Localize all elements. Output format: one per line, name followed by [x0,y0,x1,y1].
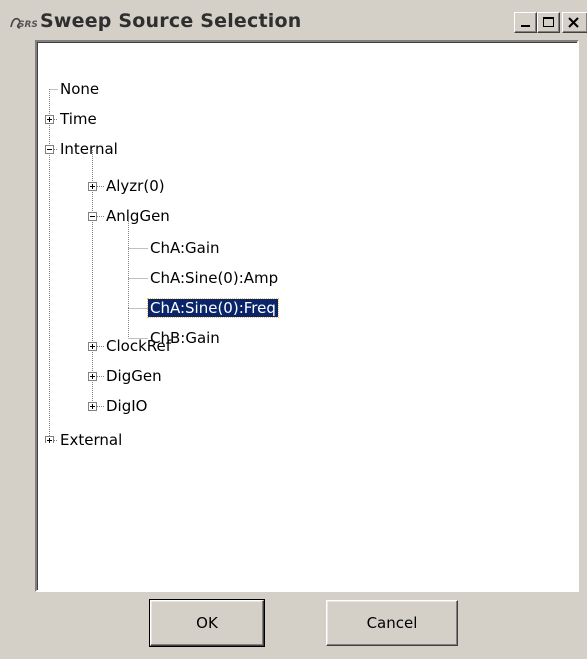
tree-node-cha-sine-freq[interactable]: ChA:Sine(0):Freq [147,297,279,319]
minimize-icon [521,25,530,27]
tree-node-diggen[interactable]: DigGen [104,365,164,387]
cancel-button[interactable]: Cancel [326,600,458,646]
maximize-button[interactable] [537,12,560,33]
close-button[interactable] [562,12,587,33]
sweep-source-tree[interactable]: None Time Internal Alyzr(0) AnlgGen ChA:… [35,40,579,592]
tree-node-cha-gain[interactable]: ChA:Gain [148,237,222,259]
tree-node-clockref[interactable]: ClockRef [104,335,173,357]
svg-text:SRS: SRS [18,20,37,30]
tree-node-none[interactable]: None [58,78,101,100]
tree-node-digio[interactable]: DigIO [104,395,149,417]
tree-node-alyzr[interactable]: Alyzr(0) [104,175,167,197]
window-title: Sweep Source Selection [40,10,302,32]
close-icon [568,17,579,28]
maximize-icon [543,17,554,27]
ok-button[interactable]: OK [149,599,265,647]
minimize-button[interactable] [514,12,537,33]
dialog-window: SRS Sweep Source Selection None Time Int… [0,0,587,659]
ssrs-app-icon: SRS [10,17,37,30]
tree-node-time[interactable]: Time [58,108,99,130]
tree-node-internal[interactable]: Internal [58,138,120,160]
expander-boxes [45,115,97,443]
tree-node-cha-sine-amp[interactable]: ChA:Sine(0):Amp [148,267,280,289]
tree-node-anlggen[interactable]: AnlgGen [104,205,172,227]
title-bar[interactable]: SRS Sweep Source Selection [0,0,587,38]
tree-node-external[interactable]: External [58,429,124,451]
